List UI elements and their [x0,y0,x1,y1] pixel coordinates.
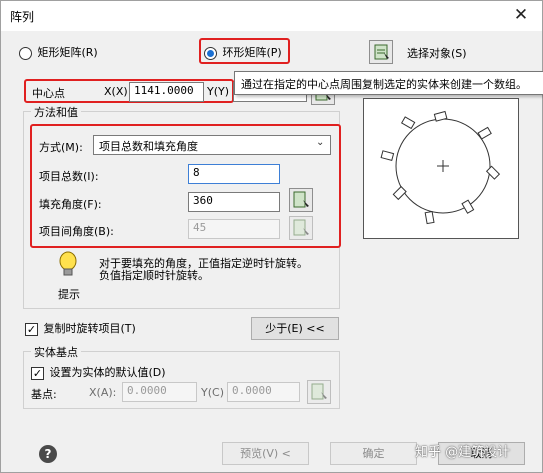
item-angle-field: 45 [188,219,280,239]
ok-button: 确定 [330,442,417,465]
pick-fill-angle-button[interactable] [289,188,313,212]
title-bar [1,1,542,31]
center-x-label: X(X) [104,85,128,98]
fill-angle-field[interactable]: 360 [188,192,280,212]
pick-item-angle-button [289,216,313,240]
center-x-field[interactable]: 1141.0000 [129,82,204,102]
polar-array-preview-image [380,110,501,225]
hint-title: 提示 [58,288,80,301]
close-icon[interactable]: ✕ [509,3,533,27]
chevron-down-icon: ⌄ [316,137,325,148]
checkbox-checked-icon: ✓ [25,322,38,336]
base-point-label: 基点: [31,388,57,401]
hint-text-line-2: 负值指定顺时针旋转。 [99,269,209,282]
array-dialog: 阵列 ✕ 矩形矩阵(R) 环形矩阵(P) 选择对象(S) 中心点 X(X) 11… [0,0,543,473]
center-tooltip: 通过在指定的中心点周围复制选定的实体来创建一个数组。 [234,71,543,95]
help-icon[interactable]: ? [39,445,57,463]
base-point-title: 实体基点 [31,344,81,360]
fill-angle-label: 填充角度(F): [39,198,102,211]
select-objects-label: 选择对象(S) [407,47,467,60]
watermark-text: 知乎 @建筑设计 [415,445,511,460]
lightbulb-icon [59,251,77,276]
base-y-field: 0.0000 [227,382,300,402]
base-x-label: X(A): [89,386,117,399]
default-base-checkbox[interactable]: ✓ 设置为实体的默认值(D) [31,364,166,380]
item-angle-label: 项目间角度(B): [39,225,114,238]
rect-array-label: 矩形矩阵(R) [37,46,98,59]
radio-polar-array[interactable]: 环形矩阵(P) [204,44,282,60]
total-items-label: 项目总数(I): [39,170,99,183]
pick-point-disabled-icon [311,383,327,400]
select-objects-button[interactable] [369,40,393,64]
method-group-title: 方法和值 [31,104,81,120]
total-items-field[interactable]: 8 [188,164,280,184]
base-y-label: Y(C) [201,386,224,399]
array-preview [363,98,519,239]
checkbox-checked-icon: ✓ [31,366,44,380]
method-select[interactable]: 项目总数和填充角度 ⌄ [93,135,331,155]
radio-selected-icon [204,46,217,60]
select-objects-icon [374,44,389,60]
preview-button: 预览(V) < [222,442,309,465]
less-button[interactable]: 少于(E) << [251,317,339,340]
rotate-items-label: 复制时旋转项目(T) [43,322,136,335]
center-point-label: 中心点 [32,87,65,100]
base-x-field: 0.0000 [122,382,197,402]
radio-circle-icon [19,46,32,60]
default-base-label: 设置为实体的默认值(D) [49,366,166,379]
pick-base-point-button [307,380,331,404]
pick-angle-disabled-icon [293,219,309,236]
radio-rectangular-array[interactable]: 矩形矩阵(R) [19,44,98,60]
method-select-value: 项目总数和填充角度 [99,140,198,153]
pick-angle-icon [293,191,309,208]
center-y-label: Y(Y) [207,85,230,98]
rotate-items-checkbox[interactable]: ✓ 复制时旋转项目(T) [25,320,136,336]
polar-array-label: 环形矩阵(P) [222,46,282,59]
method-label: 方式(M): [39,141,83,154]
dialog-title: 阵列 [10,10,35,24]
